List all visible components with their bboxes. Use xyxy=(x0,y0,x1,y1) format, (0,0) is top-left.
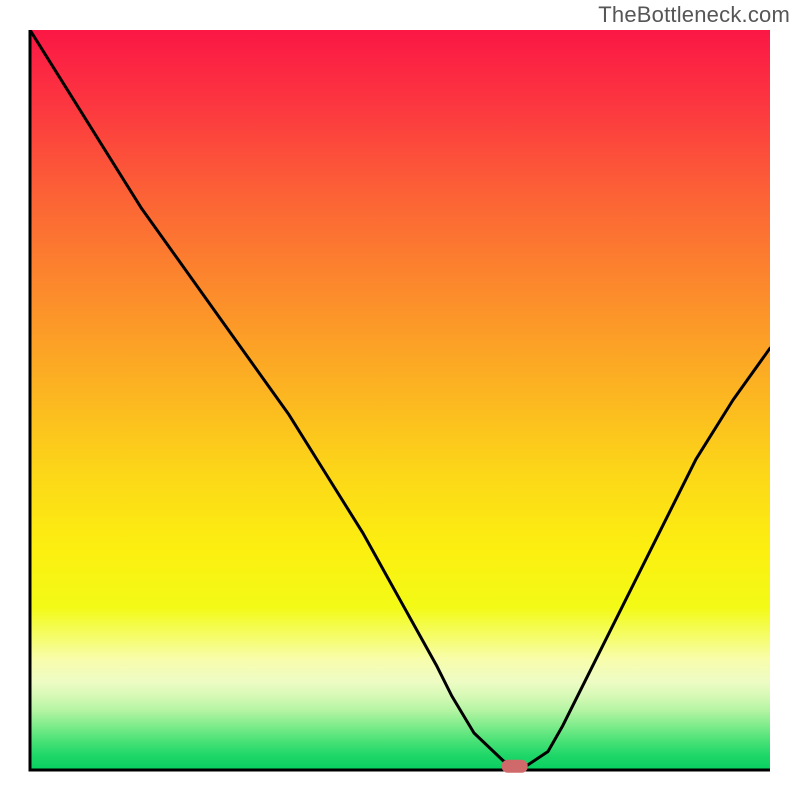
chart-container: TheBottleneck.com xyxy=(0,0,800,800)
gradient-background xyxy=(30,30,770,770)
optimal-point-marker xyxy=(502,760,528,773)
watermark-text: TheBottleneck.com xyxy=(598,2,790,28)
bottleneck-chart xyxy=(0,0,800,800)
